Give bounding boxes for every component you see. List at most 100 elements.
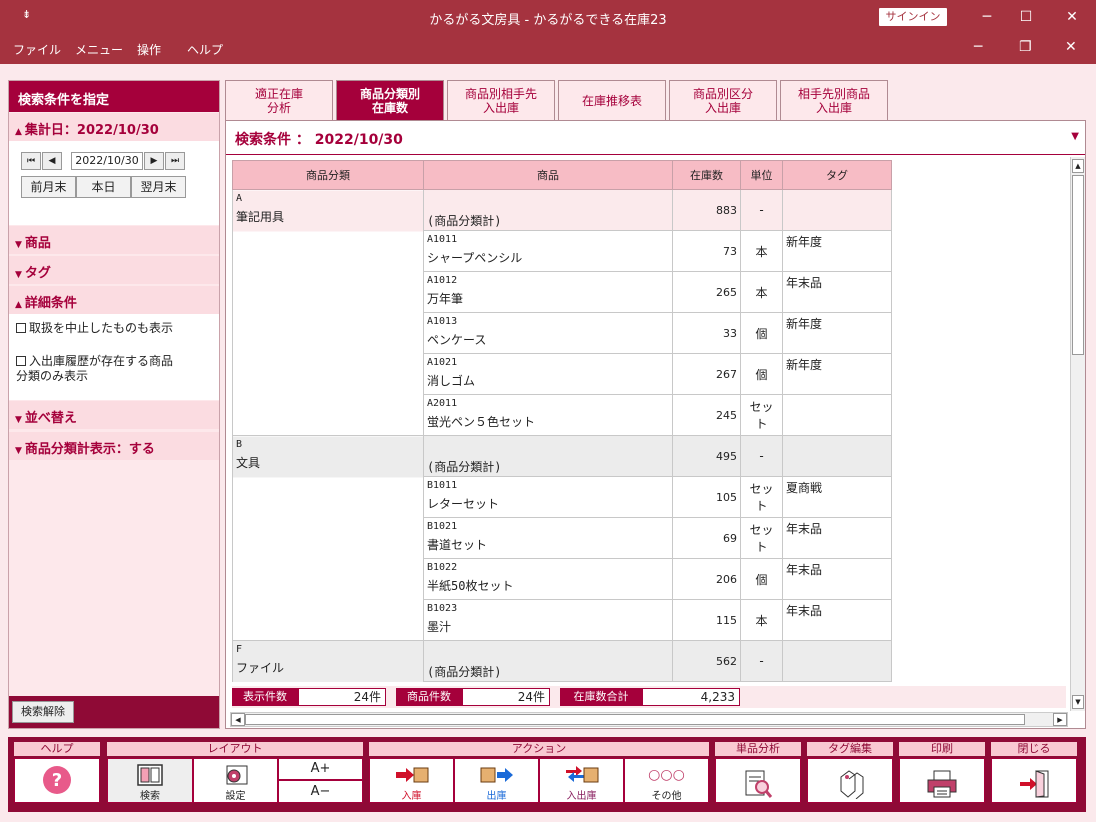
close-button[interactable]: ✕ xyxy=(1057,6,1087,28)
dropdown-icon[interactable]: ▼ xyxy=(1071,131,1079,142)
stock-in-button[interactable]: 入庫 xyxy=(369,758,454,803)
font-size-down-button[interactable]: A− xyxy=(278,780,363,803)
product-name: ペンケース xyxy=(427,333,487,347)
header-unit[interactable]: 単位 xyxy=(740,160,783,190)
today-button[interactable]: 本日 xyxy=(76,176,131,198)
stock-out-button[interactable]: 出庫 xyxy=(454,758,539,803)
single-analysis-button[interactable] xyxy=(715,758,801,803)
stock-unit: 本 xyxy=(740,230,783,272)
tag-section-toggle[interactable]: ▼ タグ xyxy=(9,256,219,284)
tab-product-division[interactable]: 商品別区分 入出庫 xyxy=(669,80,777,120)
next-month-end-button[interactable]: 翌月末 xyxy=(131,176,186,198)
subtotal-qty: 495 xyxy=(672,435,741,477)
tab-category-stock[interactable]: 商品分類別 在庫数 xyxy=(336,80,444,122)
stock-out-label: 出庫 xyxy=(486,791,507,802)
header-category[interactable]: 商品分類 xyxy=(232,160,424,190)
stock-qty: 73 xyxy=(672,230,741,272)
condition-header[interactable]: 検索条件 ： 2022/10/30 ▼ xyxy=(226,121,1085,155)
total-value: 4,233 xyxy=(642,688,740,706)
close-screen-button[interactable] xyxy=(991,758,1077,803)
table-header-row: 商品分類 商品 在庫数 単位 タグ xyxy=(232,160,892,190)
product-tag: 新年度 xyxy=(782,312,892,354)
group-print: 印刷 xyxy=(899,742,985,756)
vertical-scrollbar[interactable]: ▲ ▼ xyxy=(1070,157,1085,711)
settings-button[interactable]: 設定 xyxy=(193,758,278,803)
collapse-icon: ▲ xyxy=(15,300,22,310)
minimize-button[interactable]: ─ xyxy=(972,6,1002,28)
product-cell: B1023 墨汁 xyxy=(423,599,673,641)
prev-date-button[interactable]: ◀ xyxy=(42,152,62,170)
category-subtotal-row[interactable]: F ファイル (商品分類計) 562- xyxy=(232,640,892,682)
date-section-toggle[interactable]: ▲ 集計日：2022/10/30 xyxy=(9,113,219,141)
last-date-button[interactable]: ⏭ xyxy=(165,152,185,170)
tab-product-partner[interactable]: 商品別相手先 入出庫 xyxy=(447,80,555,120)
checkbox-icon xyxy=(16,323,26,333)
next-date-button[interactable]: ▶ xyxy=(144,152,164,170)
detail-section-toggle[interactable]: ▲ 詳細条件 xyxy=(9,286,219,314)
product-cell: B1011 レターセット xyxy=(423,476,673,518)
horizontal-scroll-thumb[interactable] xyxy=(245,714,1025,725)
vertical-scroll-thumb[interactable] xyxy=(1072,175,1084,355)
stock-unit: 個 xyxy=(740,558,783,600)
gear-icon xyxy=(194,764,277,786)
print-button[interactable] xyxy=(899,758,985,803)
category-subtotal-row[interactable]: A 筆記用具 (商品分類計) 883- xyxy=(232,189,892,436)
mdi-close-button[interactable]: ✕ xyxy=(1065,39,1077,55)
tab-partner-product[interactable]: 相手先別商品 入出庫 xyxy=(780,80,888,120)
tag-icon xyxy=(808,769,892,800)
header-qty[interactable]: 在庫数 xyxy=(672,160,741,190)
product-tag xyxy=(782,394,892,436)
history-only-checkbox[interactable]: 入出庫履歴が存在する商品 分類のみ表示 xyxy=(16,354,206,384)
product-name: 消しゴム xyxy=(427,374,476,388)
clear-search-button[interactable]: 検索解除 xyxy=(12,701,74,723)
items-label: 商品件数 xyxy=(396,688,462,706)
horizontal-scrollbar[interactable]: ◀ ▶ xyxy=(230,712,1068,727)
first-date-button[interactable]: ⏮ xyxy=(21,152,41,170)
product-code: B1023 xyxy=(427,603,458,614)
header-tag[interactable]: タグ xyxy=(782,160,892,190)
subtotal-qty: 562 xyxy=(672,640,741,682)
prev-month-end-button[interactable]: 前月末 xyxy=(21,176,76,198)
subtotal-unit: - xyxy=(740,189,783,231)
menu-file[interactable]: ファイル xyxy=(13,41,61,58)
group-analysis: 単品分析 xyxy=(715,742,801,756)
font-size-up-button[interactable]: A+ xyxy=(278,758,363,780)
menu-operation[interactable]: 操作 xyxy=(137,41,161,58)
stock-inout-button[interactable]: 入出庫 xyxy=(539,758,624,803)
date-input[interactable]: 2022/10/30 xyxy=(71,152,143,170)
mdi-restore-button[interactable]: ❐ xyxy=(1019,39,1032,55)
help-button[interactable]: ? xyxy=(14,758,100,803)
subtotal-tag xyxy=(782,189,892,231)
tag-edit-button[interactable] xyxy=(807,758,893,803)
product-section-toggle[interactable]: ▼ 商品 xyxy=(9,226,219,254)
sort-section-toggle[interactable]: ▼ 並べ替え xyxy=(9,401,219,429)
subtotal-section-toggle[interactable]: ▼ 商品分類計表示：する xyxy=(9,432,219,460)
category-subtotal-row[interactable]: B 文具 (商品分類計) 495- xyxy=(232,435,892,641)
search-layout-button[interactable]: 検索 xyxy=(107,758,193,803)
signin-button[interactable]: サインイン xyxy=(879,8,947,26)
tab-optimal-stock[interactable]: 適正在庫 分析 xyxy=(225,80,333,120)
category-code: F xyxy=(236,644,243,655)
discontinued-checkbox[interactable]: 取扱を中止したものも表示 xyxy=(16,321,173,336)
history-only-label: 入出庫履歴が存在する商品 分類のみ表示 xyxy=(16,354,174,383)
maximize-button[interactable]: ☐ xyxy=(1011,6,1041,28)
subtotal-unit: - xyxy=(740,640,783,682)
menu-bar: ファイル メニュー 操作 ヘルプ ─ ❐ ✕ xyxy=(0,34,1096,64)
stock-unit: 本 xyxy=(740,271,783,313)
mdi-minimize-button[interactable]: ─ xyxy=(974,39,982,55)
product-code: B1022 xyxy=(427,562,458,573)
stock-unit: セット xyxy=(740,517,783,559)
tab-stock-trend[interactable]: 在庫推移表 xyxy=(558,80,666,120)
scroll-left-icon[interactable]: ◀ xyxy=(231,713,245,726)
scroll-down-icon[interactable]: ▼ xyxy=(1072,695,1084,709)
menu-help[interactable]: ヘルプ xyxy=(187,41,223,58)
product-name: レターセット xyxy=(427,497,500,511)
expand-icon: ▼ xyxy=(15,415,22,425)
subtotal-section-label: 商品分類計表示：する xyxy=(24,442,155,457)
other-button[interactable]: ○○○ その他 xyxy=(624,758,709,803)
header-product[interactable]: 商品 xyxy=(423,160,673,190)
scroll-right-icon[interactable]: ▶ xyxy=(1053,713,1067,726)
scroll-up-icon[interactable]: ▲ xyxy=(1072,159,1084,173)
discontinued-label: 取扱を中止したものも表示 xyxy=(29,321,174,335)
menu-menu[interactable]: メニュー xyxy=(75,41,123,58)
